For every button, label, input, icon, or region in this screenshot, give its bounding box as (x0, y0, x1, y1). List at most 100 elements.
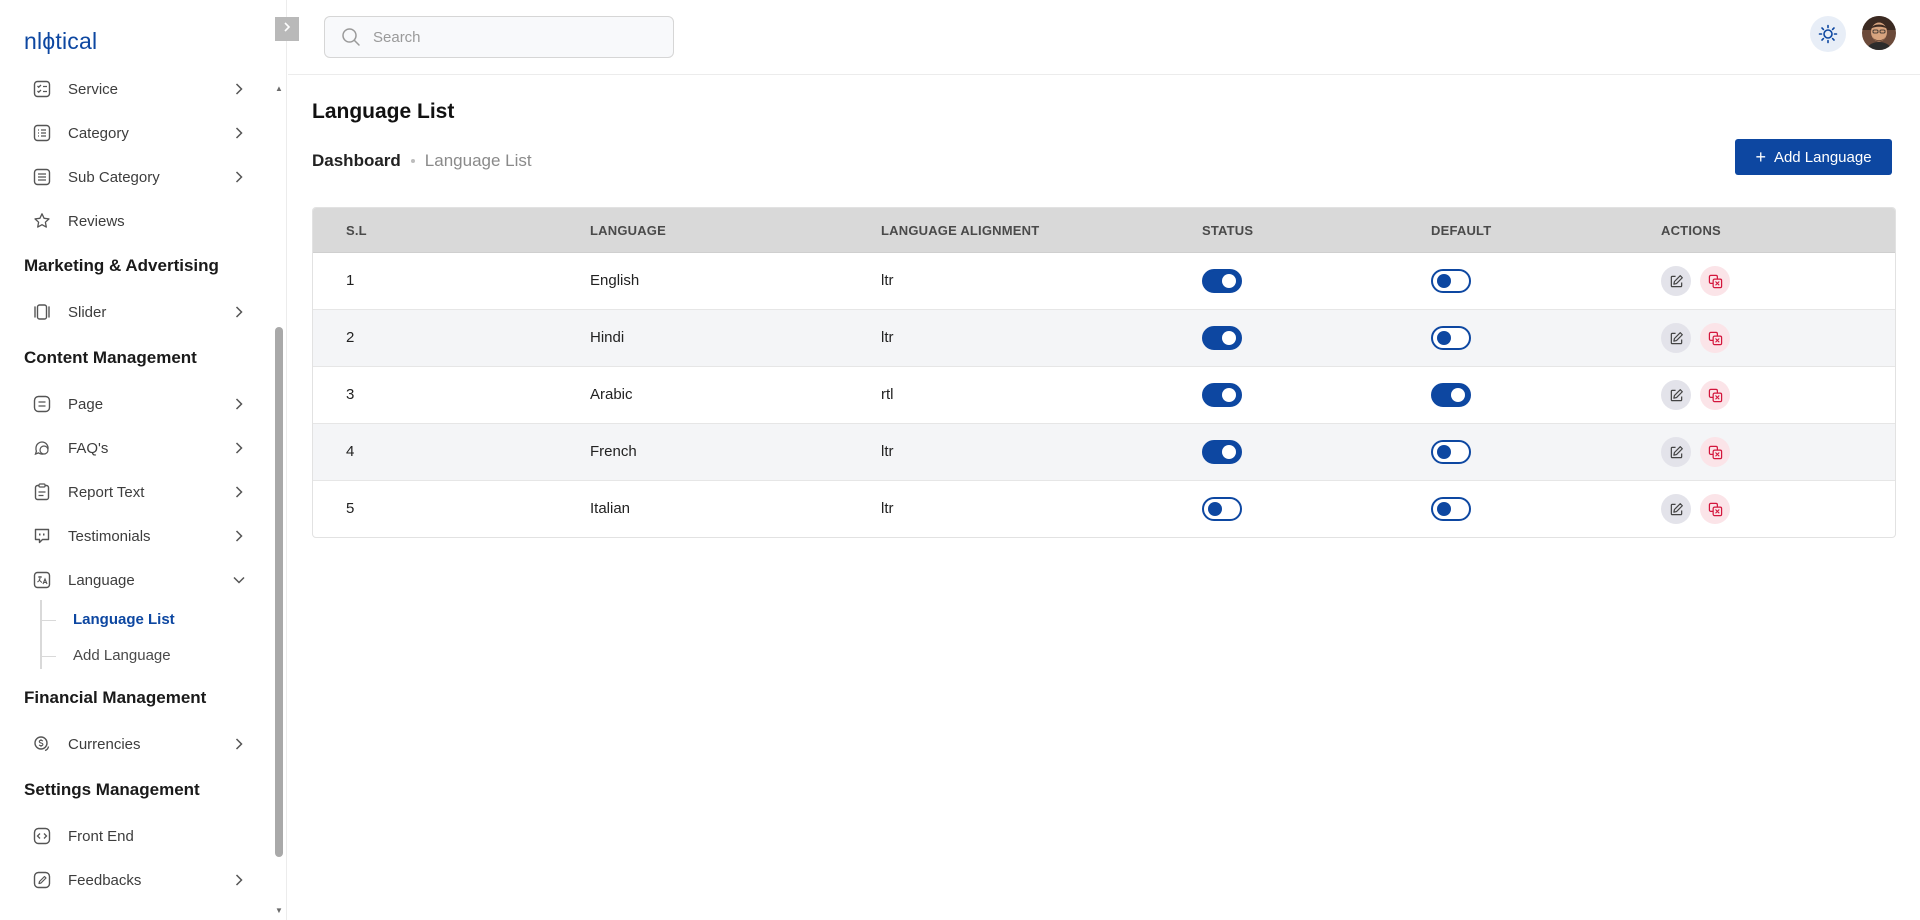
toggle-knob (1437, 274, 1451, 288)
search-input[interactable] (373, 28, 653, 46)
table-row: 5 Italian ltr (313, 481, 1895, 537)
section-title-marketing: Marketing & Advertising (24, 256, 219, 275)
user-avatar[interactable] (1862, 16, 1896, 50)
chevron-right-icon (232, 82, 246, 96)
default-toggle[interactable] (1431, 497, 1471, 521)
sidebar-item-slider[interactable]: Slider (24, 296, 246, 328)
submenu-tick (42, 656, 56, 657)
edit-icon (1669, 445, 1684, 460)
sidebar-item-faqs[interactable]: FAQ's (24, 432, 246, 464)
breadcrumb: Dashboard Language List (312, 151, 532, 171)
page-title: Language List (312, 100, 455, 123)
edit-button[interactable] (1661, 494, 1691, 524)
app-logo[interactable]: nlϕtical (24, 28, 97, 55)
delete-button[interactable] (1700, 266, 1730, 296)
cell-sl: 4 (346, 443, 355, 460)
sidebar-item-label: Currencies (68, 735, 141, 753)
default-toggle[interactable] (1431, 326, 1471, 350)
section-title-content: Content Management (24, 348, 197, 367)
status-toggle[interactable] (1202, 497, 1242, 521)
table-header: S.L LANGUAGE LANGUAGE ALIGNMENT STATUS D… (313, 208, 1895, 253)
delete-icon (1708, 445, 1723, 460)
column-header-default: DEFAULT (1431, 223, 1492, 238)
breadcrumb-dashboard[interactable]: Dashboard (312, 151, 401, 171)
delete-button[interactable] (1700, 437, 1730, 467)
sidebar-item-currencies[interactable]: Currencies (24, 728, 246, 760)
language-icon (32, 570, 52, 590)
edit-icon (1669, 502, 1684, 517)
edit-button[interactable] (1661, 323, 1691, 353)
currency-icon (32, 734, 52, 754)
edit-button[interactable] (1661, 437, 1691, 467)
scroll-down-arrow[interactable]: ▼ (275, 906, 283, 915)
cell-sl: 1 (346, 272, 355, 289)
toggle-knob (1437, 331, 1451, 345)
sidebar-item-language[interactable]: Language (24, 564, 246, 596)
sidebar-item-report-text[interactable]: Report Text (24, 476, 246, 508)
delete-button[interactable] (1700, 494, 1730, 524)
cell-language: Italian (590, 500, 631, 517)
toggle-knob (1208, 502, 1222, 516)
toggle-knob (1222, 445, 1236, 459)
search-box[interactable] (324, 16, 674, 58)
sidebar-item-testimonials[interactable]: Testimonials (24, 520, 246, 552)
sidebar-item-reviews[interactable]: Reviews (24, 205, 246, 237)
sidebar-subitem-add-language[interactable]: Add Language (73, 647, 171, 664)
cell-alignment: ltr (881, 443, 894, 460)
cell-sl: 5 (346, 500, 355, 517)
list-lines-icon (32, 167, 52, 187)
status-toggle[interactable] (1202, 269, 1242, 293)
delete-icon (1708, 502, 1723, 517)
sidebar-item-service[interactable]: Service (24, 73, 246, 105)
list-check-icon (32, 79, 52, 99)
sidebar-item-sub-category[interactable]: Sub Category (24, 161, 246, 193)
sidebar-scrollbar-thumb[interactable] (275, 327, 283, 857)
sidebar-item-label: Reviews (68, 212, 125, 230)
sidebar-item-label: Sub Category (68, 168, 160, 186)
sidebar-item-category[interactable]: Category (24, 117, 246, 149)
chevron-down-icon (232, 573, 246, 587)
header-divider (288, 74, 1920, 75)
sidebar-item-feedbacks[interactable]: Feedbacks (24, 864, 246, 896)
edit-icon (1669, 388, 1684, 403)
cell-sl: 2 (346, 329, 355, 346)
toggle-knob (1222, 331, 1236, 345)
sidebar-item-page[interactable]: Page (24, 388, 246, 420)
theme-toggle-button[interactable] (1810, 16, 1846, 52)
table-row: 3 Arabic rtl (313, 367, 1895, 424)
edit-button[interactable] (1661, 380, 1691, 410)
status-toggle[interactable] (1202, 440, 1242, 464)
sidebar-item-label: Front End (68, 827, 134, 845)
default-toggle[interactable] (1431, 269, 1471, 293)
breadcrumb-current: Language List (424, 151, 532, 170)
sidebar-item-label: FAQ's (68, 439, 109, 457)
column-header-status: STATUS (1202, 223, 1254, 238)
sun-icon (1818, 24, 1838, 44)
status-toggle[interactable] (1202, 326, 1242, 350)
status-toggle[interactable] (1202, 383, 1242, 407)
chevron-right-icon (232, 170, 246, 184)
edit-icon (1669, 274, 1684, 289)
edit-button[interactable] (1661, 266, 1691, 296)
column-header-alignment: LANGUAGE ALIGNMENT (881, 223, 1040, 238)
sidebar-subitem-language-list[interactable]: Language List (73, 611, 175, 628)
feedback-icon (32, 870, 52, 890)
add-language-button[interactable]: + Add Language (1735, 139, 1892, 175)
sidebar-collapse-button[interactable] (275, 17, 299, 41)
sidebar-item-label: Feedbacks (68, 871, 142, 889)
chevron-right-icon (232, 485, 246, 499)
cell-language: Hindi (590, 329, 625, 346)
testimonial-icon (32, 526, 52, 546)
chevron-right-icon (232, 397, 246, 411)
submenu-guide-line (40, 600, 42, 669)
default-toggle[interactable] (1431, 383, 1471, 407)
scroll-up-arrow[interactable]: ▲ (275, 84, 283, 93)
delete-button[interactable] (1700, 323, 1730, 353)
sidebar-item-label: Page (68, 395, 104, 413)
toggle-knob (1437, 502, 1451, 516)
default-toggle[interactable] (1431, 440, 1471, 464)
table-row: 4 French ltr (313, 424, 1895, 481)
delete-button[interactable] (1700, 380, 1730, 410)
sidebar-item-label: Slider (68, 303, 107, 321)
sidebar-item-front-end[interactable]: Front End (24, 820, 246, 852)
